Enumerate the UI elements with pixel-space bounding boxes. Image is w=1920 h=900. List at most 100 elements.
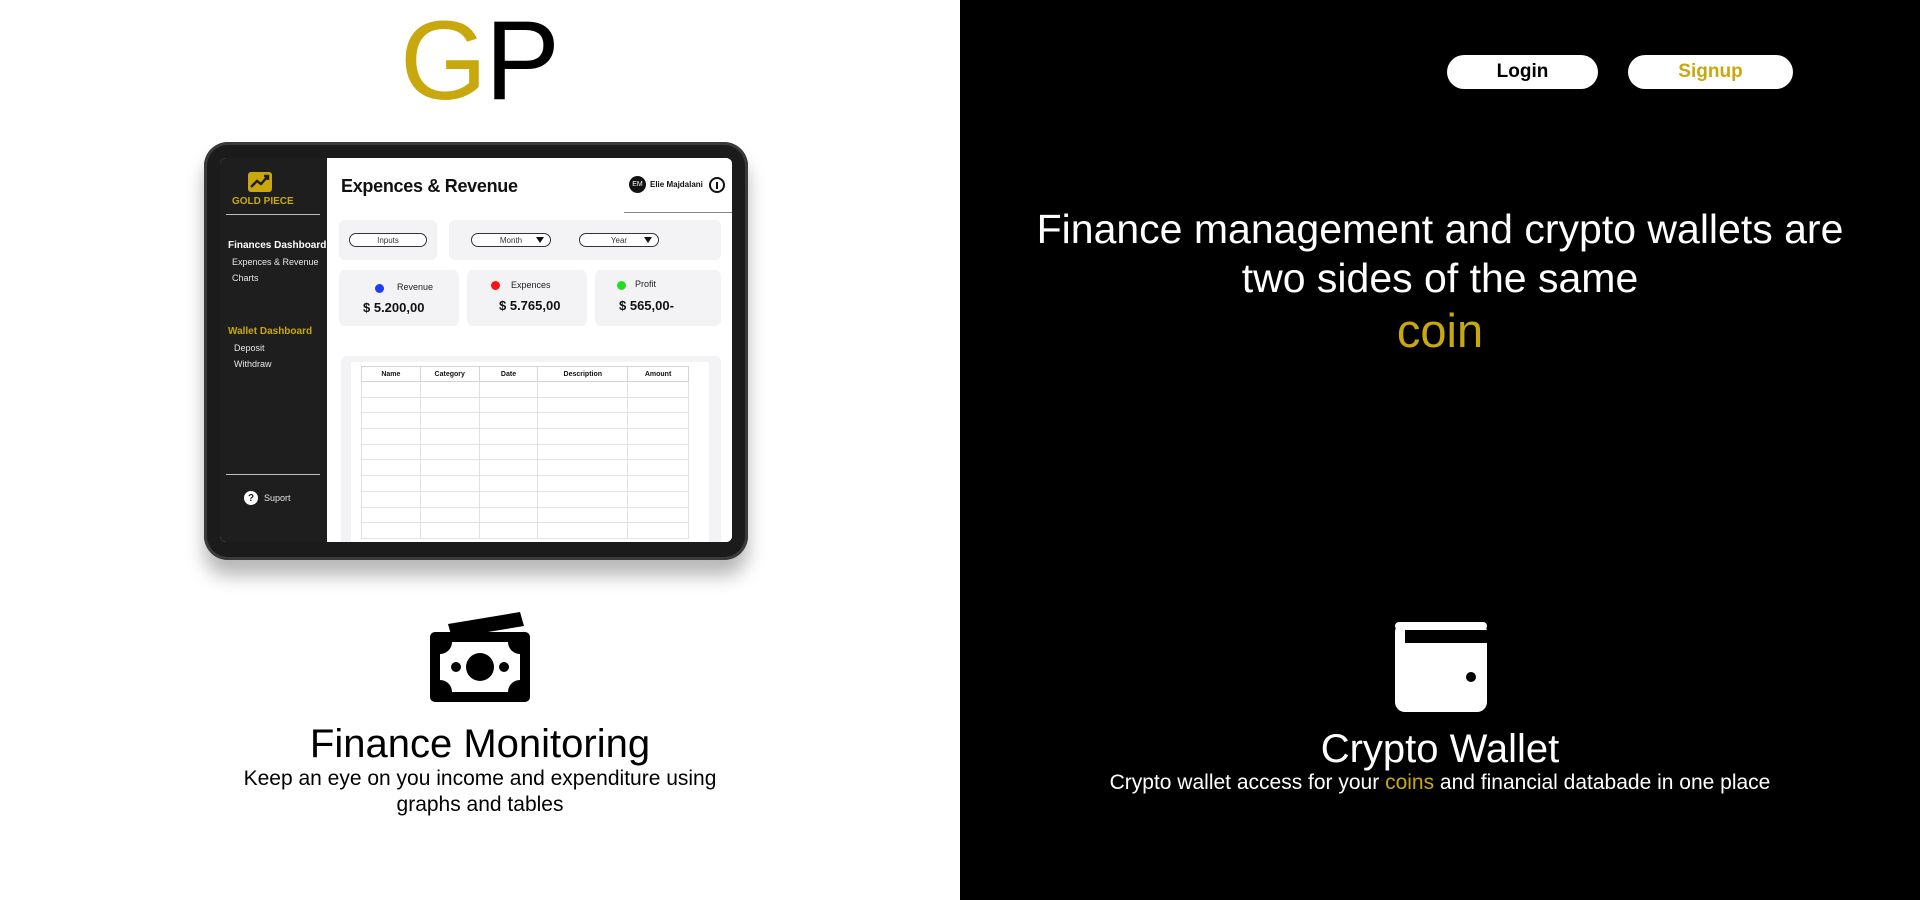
table-row bbox=[361, 428, 689, 445]
table-cell bbox=[537, 506, 629, 524]
hero-accent-word: coin bbox=[1396, 304, 1484, 357]
column-header: Description bbox=[537, 366, 629, 382]
table-row bbox=[361, 506, 689, 524]
stat-value: $ 5.200,00 bbox=[363, 300, 425, 315]
description-text: and financial databade in one place bbox=[1434, 771, 1771, 794]
table-cell bbox=[361, 475, 421, 492]
right-panel: Login Signup Finance management and cryp… bbox=[960, 0, 1920, 900]
table-row bbox=[361, 475, 689, 492]
table-cell bbox=[361, 443, 421, 461]
profit-dot bbox=[617, 281, 626, 290]
logo: GP bbox=[400, 5, 570, 117]
tablet-mockup: GOLD PIECE Finances Dashboard Expences &… bbox=[204, 142, 748, 560]
inputs-button[interactable]: Inputs bbox=[349, 233, 427, 247]
transactions-table-wrap: Name Category Date Description Amount bbox=[351, 362, 709, 542]
table-cell bbox=[419, 443, 480, 461]
table-cell bbox=[537, 522, 629, 539]
table-cell bbox=[361, 490, 421, 508]
table-cell bbox=[537, 381, 629, 398]
tablet-screen: GOLD PIECE Finances Dashboard Expences &… bbox=[220, 158, 732, 542]
signup-button[interactable]: Signup bbox=[1628, 55, 1793, 89]
table-cell bbox=[478, 475, 539, 492]
table-cell bbox=[419, 522, 480, 539]
wallet-icon bbox=[1395, 622, 1489, 712]
power-icon[interactable] bbox=[709, 177, 725, 193]
login-button[interactable]: Login bbox=[1447, 55, 1598, 89]
transactions-panel: Name Category Date Description Amount bbox=[341, 356, 721, 542]
table-cell bbox=[361, 396, 421, 414]
table-cell bbox=[537, 475, 629, 492]
stat-label: Revenue bbox=[397, 282, 434, 292]
column-header: Amount bbox=[627, 366, 689, 382]
table-cell bbox=[537, 490, 629, 508]
table-row bbox=[361, 381, 689, 398]
table-cell bbox=[478, 396, 539, 414]
sidebar-item-withdraw[interactable]: Withdraw bbox=[234, 359, 272, 369]
description-accent: coins bbox=[1385, 771, 1435, 794]
mockup-main: Expences & Revenue EM Elie Majdalani Inp… bbox=[327, 158, 732, 542]
left-panel: GP GOLD PIECE Finances Dashboard Expence… bbox=[0, 0, 960, 900]
sidebar-support[interactable]: ? Suport bbox=[244, 490, 291, 506]
date-filter-card: Month Year bbox=[449, 220, 721, 260]
month-select[interactable]: Month bbox=[471, 233, 551, 247]
stat-label: Profit bbox=[635, 279, 657, 289]
table-cell bbox=[478, 490, 539, 508]
sidebar-heading-wallet[interactable]: Wallet Dashboard bbox=[228, 326, 312, 337]
table-cell bbox=[537, 459, 629, 477]
table-cell bbox=[627, 506, 689, 524]
table-cell bbox=[478, 381, 539, 398]
inputs-card: Inputs bbox=[339, 220, 437, 260]
table-cell bbox=[627, 522, 689, 539]
table-cell bbox=[537, 396, 629, 414]
sidebar-item-deposit[interactable]: Deposit bbox=[234, 343, 265, 353]
description-text: Crypto wallet access for your bbox=[1109, 771, 1386, 794]
table-cell bbox=[419, 506, 480, 524]
table-cell bbox=[627, 490, 689, 508]
stat-card-revenue: Revenue $ 5.200,00 bbox=[339, 270, 459, 326]
table-cell bbox=[419, 459, 480, 477]
table-cell bbox=[419, 490, 480, 508]
table-cell bbox=[361, 506, 421, 524]
sidebar-divider bbox=[226, 474, 320, 475]
table-cell bbox=[419, 396, 480, 414]
table-cell bbox=[419, 412, 480, 430]
mockup-sidebar: GOLD PIECE Finances Dashboard Expences &… bbox=[220, 158, 327, 542]
table-cell bbox=[627, 428, 689, 445]
table-cell bbox=[627, 412, 689, 430]
help-icon: ? bbox=[244, 491, 258, 505]
table-cell bbox=[537, 443, 629, 461]
column-header: Name bbox=[361, 366, 421, 382]
sidebar-item-charts[interactable]: Charts bbox=[232, 273, 259, 283]
logo-letter-p: P bbox=[485, 0, 560, 123]
mockup-title: Expences & Revenue bbox=[341, 176, 518, 196]
table-row bbox=[361, 412, 689, 430]
landing-page: GP GOLD PIECE Finances Dashboard Expence… bbox=[0, 0, 1920, 900]
dropdown-arrow-icon bbox=[644, 237, 652, 243]
table-cell bbox=[627, 443, 689, 461]
dropdown-arrow-icon bbox=[536, 237, 544, 243]
table-cell bbox=[419, 381, 480, 398]
month-label: Month bbox=[499, 235, 523, 245]
finance-monitoring-title: Finance Monitoring bbox=[309, 722, 651, 766]
table-cell bbox=[478, 428, 539, 445]
avatar: EM bbox=[629, 176, 646, 193]
stat-label: Expences bbox=[511, 280, 551, 290]
year-select[interactable]: Year bbox=[579, 233, 659, 247]
finance-monitoring-description: Keep an eye on you income and expenditur… bbox=[243, 767, 717, 816]
table-row bbox=[361, 490, 689, 508]
table-cell bbox=[627, 396, 689, 414]
support-label: Suport bbox=[264, 493, 291, 503]
stat-card-expences: Expences $ 5.765,00 bbox=[467, 270, 587, 326]
table-cell bbox=[478, 522, 539, 539]
table-cell bbox=[361, 412, 421, 430]
sidebar-item-expences[interactable]: Expences & Revenue bbox=[232, 257, 319, 267]
crypto-wallet-description: Crypto wallet access for your coins and … bbox=[960, 771, 1920, 795]
table-cell bbox=[419, 475, 480, 492]
table-body bbox=[361, 381, 689, 539]
table-cell bbox=[537, 428, 629, 445]
table-row bbox=[361, 396, 689, 414]
mockup-brand: GOLD PIECE bbox=[232, 172, 322, 212]
mockup-user[interactable]: EM Elie Majdalani bbox=[629, 176, 703, 193]
transactions-table: Name Category Date Description Amount bbox=[361, 366, 689, 539]
sidebar-heading-finances[interactable]: Finances Dashboard bbox=[228, 240, 326, 251]
